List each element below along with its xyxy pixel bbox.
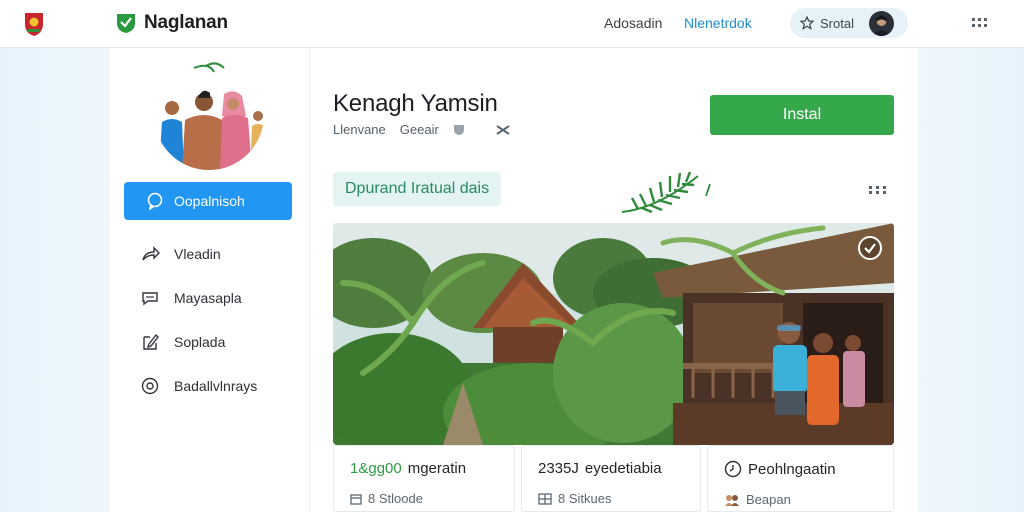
share-icon xyxy=(142,246,160,261)
brand[interactable]: Naglanan xyxy=(116,11,228,35)
primary-action-label: Oopalnisoh xyxy=(174,193,245,209)
stat-label: Peohlngaatin xyxy=(748,460,836,478)
stat-sub: 8 Sitkues xyxy=(558,491,612,506)
stat-value: 1&gg00 xyxy=(350,460,402,477)
person-icon xyxy=(872,15,891,36)
install-button[interactable]: Instal xyxy=(710,95,894,135)
circle-icon xyxy=(141,377,159,395)
sidebar-item-3[interactable]: Soplada xyxy=(140,329,290,355)
stat-value: 2335J xyxy=(538,460,579,477)
stat-card-2[interactable]: 2335J eyedetiabia 8 Sitkues xyxy=(521,445,701,512)
apps-menu-icon[interactable] xyxy=(970,16,992,30)
stat-card-1[interactable]: 1&gg00 mgeratin 8 Stloode xyxy=(333,445,515,512)
sidebar-item-label: Badallvlnrays xyxy=(174,378,258,394)
page-title: Kenagh Yamsin xyxy=(333,90,498,117)
check-circle-icon[interactable] xyxy=(857,235,883,261)
hero-photo xyxy=(333,223,894,445)
more-options-icon[interactable] xyxy=(866,184,890,196)
meta-region: Geeair xyxy=(399,122,439,137)
stat-label: eyedetiabia xyxy=(584,460,662,477)
edit-icon xyxy=(143,333,159,350)
sidebar-item-label: Mayasapla xyxy=(174,290,242,306)
shield-logo-icon xyxy=(117,14,135,33)
nav-link-2[interactable]: Nlenetrdok xyxy=(684,15,752,31)
community-photo xyxy=(154,60,264,170)
search-label: Srotal xyxy=(820,15,854,31)
clock-icon xyxy=(724,460,742,478)
star-icon xyxy=(800,16,814,30)
people-icon xyxy=(725,494,739,506)
sidebar-item-label: Soplada xyxy=(174,334,226,350)
stat-label: mgeratin xyxy=(407,460,467,477)
calendar-icon xyxy=(350,493,362,505)
sidebar-item-label: Vleadin xyxy=(174,246,221,262)
shield-badge-icon xyxy=(453,124,464,135)
user-avatar[interactable] xyxy=(869,11,894,36)
chat-bubble-icon xyxy=(147,192,163,210)
nav-link-1[interactable]: Adosadin xyxy=(604,15,662,31)
stat-sub: 8 Stloode xyxy=(368,491,423,506)
meta-location: Llenvane xyxy=(333,122,386,137)
grid-icon xyxy=(538,492,552,505)
crest-logo-icon xyxy=(25,13,43,36)
fern-decoration-icon xyxy=(621,171,711,214)
primary-action-button[interactable]: Oopalnisoh xyxy=(124,182,292,220)
link-icon[interactable] xyxy=(495,124,511,136)
stat-sub: Beapan xyxy=(746,492,791,507)
sidebar-item-4[interactable]: Badallvlnrays xyxy=(140,373,290,399)
sidebar: Oopalnisoh Vleadin Mayasapla Soplada Bad… xyxy=(110,48,310,512)
stat-card-3[interactable]: Peohlngaatin Beapan xyxy=(707,445,894,512)
top-bar: Naglanan Adosadin Nlenetrdok Srotal xyxy=(0,0,1024,48)
meta-row: Llenvane Geeair xyxy=(333,122,511,137)
sidebar-item-2[interactable]: Mayasapla xyxy=(140,285,290,311)
sidebar-item-1[interactable]: Vleadin xyxy=(140,241,290,267)
brand-name: Naglanan xyxy=(144,12,228,33)
chat-icon xyxy=(142,292,158,306)
tag-chip[interactable]: Dpurand Iratual dais xyxy=(333,172,502,206)
